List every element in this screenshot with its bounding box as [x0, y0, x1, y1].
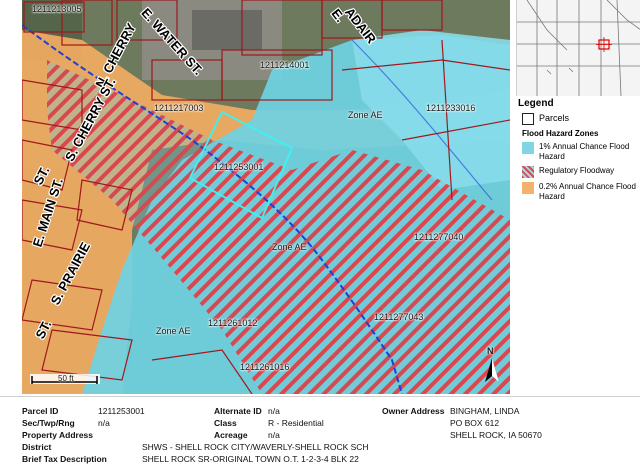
tax-description-value: SHELL ROCK SR-ORIGINAL TOWN O.T. 1-2-3-4…: [142, 454, 359, 464]
legend-label: 1% Annual Chance Flood Hazard: [539, 142, 630, 161]
alternate-id-value: n/a: [268, 406, 280, 416]
legend-item-02pct: 0.2% Annual Chance Flood Hazard: [522, 182, 640, 202]
cyan-swatch: [522, 142, 534, 154]
class-value: R - Residential: [268, 418, 324, 428]
north-label: N: [487, 346, 494, 356]
parcel-label[interactable]: 1211261016: [240, 362, 289, 372]
scale-label: 50 ft: [58, 374, 74, 383]
parcel-label[interactable]: 1211213005: [32, 4, 81, 14]
owner-address-line3: SHELL ROCK, IA 50670: [450, 430, 542, 440]
district-label: District: [22, 442, 52, 452]
parcel-label[interactable]: 1211261012: [208, 318, 257, 328]
sec-twp-rng-label: Sec/Twp/Rng: [22, 418, 75, 428]
owner-address-label: Owner Address: [382, 406, 445, 416]
tax-description-label: Brief Tax Description: [22, 454, 107, 464]
legend-item-parcels: Parcels: [522, 113, 640, 125]
parcel-label[interactable]: 1211233016: [426, 103, 475, 113]
zone-label: Zone AE: [348, 110, 383, 120]
parcel-label[interactable]: 1211277043: [374, 312, 423, 322]
orange-swatch: [522, 182, 534, 194]
alternate-id-label: Alternate ID: [214, 406, 262, 416]
parcel-swatch: [522, 113, 534, 125]
legend-label: Parcels: [539, 113, 570, 123]
parcel-label[interactable]: 1211214001: [260, 60, 309, 70]
legend-label: Regulatory Floodway: [539, 166, 615, 175]
parcel-id-value: 1211253001: [98, 406, 145, 416]
overview-map[interactable]: [516, 0, 640, 97]
legend-subtitle: Flood Hazard Zones: [522, 129, 599, 138]
legend-panel: Legend Parcels Flood Hazard Zones 1% Ann…: [516, 98, 640, 248]
flood-map[interactable]: E. ADAIR N. CHERRY E. WATER ST. S. CHERR…: [22, 0, 510, 394]
zone-label: Zone AE: [156, 326, 191, 336]
legend-item-floodway: Regulatory Floodway: [522, 166, 640, 178]
parcel-label[interactable]: 1211217003: [154, 103, 203, 113]
legend-title: Legend: [518, 98, 554, 109]
parcel-id-label: Parcel ID: [22, 406, 59, 416]
property-address-label: Property Address: [22, 430, 94, 440]
owner-address-line2: PO BOX 612: [450, 418, 500, 428]
parcel-label-selected[interactable]: 1211253001: [214, 162, 263, 172]
parcel-details: Parcel ID 1211253001 Sec/Twp/Rng n/a Pro…: [0, 396, 640, 464]
acreage-label: Acreage: [214, 430, 248, 440]
owner-name: BINGHAM, LINDA: [450, 406, 520, 416]
class-label: Class: [214, 418, 237, 428]
overview-map-canvas: [517, 0, 640, 97]
legend-label: 0.2% Annual Chance Flood Hazard: [539, 182, 636, 201]
district-value: SHWS - SHELL ROCK CITY/WAVERLY-SHELL ROC…: [142, 442, 369, 452]
hatch-swatch: [522, 166, 534, 178]
parcel-label[interactable]: 1211277040: [414, 232, 463, 242]
legend-item-1pct: 1% Annual Chance Flood Hazard: [522, 142, 640, 162]
zone-label: Zone AE: [272, 242, 307, 252]
acreage-value: n/a: [268, 430, 280, 440]
sec-twp-rng-value: n/a: [98, 418, 110, 428]
